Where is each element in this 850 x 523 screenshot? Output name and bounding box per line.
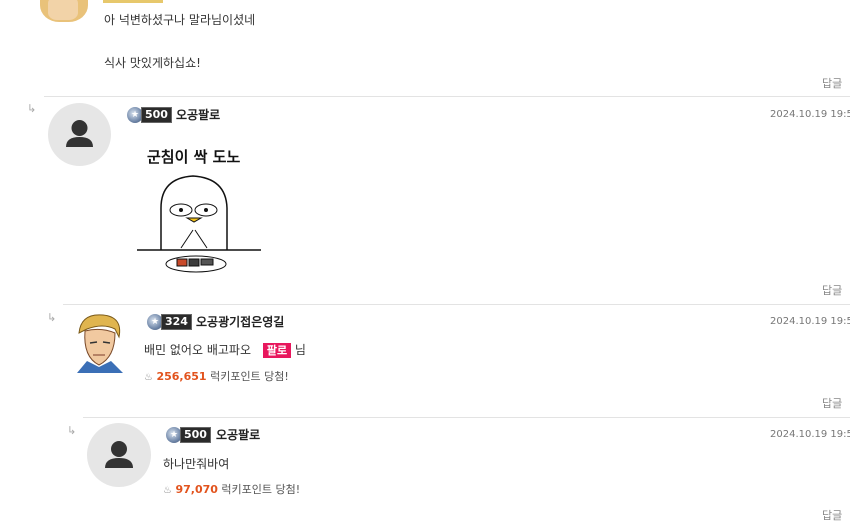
points-value: 97,070	[175, 483, 218, 496]
reply-arrow-icon: ↳	[27, 102, 37, 115]
points-label: 럭키포인트 당첨!	[210, 370, 289, 383]
divider	[63, 304, 850, 305]
points-label: 럭키포인트 당첨!	[221, 483, 301, 496]
comment-text: 식사 맛있게하십쇼!	[104, 56, 201, 70]
reply-button[interactable]: 답글	[822, 507, 842, 523]
comment-date: 2024.10.19 19:56	[770, 316, 850, 327]
comment-text: 하나만줘바여	[163, 457, 230, 471]
level-badge: ★ 500	[166, 427, 211, 443]
comment-text-before: 배민 없어오 배고파오	[144, 343, 251, 357]
avatar	[87, 423, 151, 487]
avatar	[73, 311, 125, 373]
reply-arrow-icon: ↳	[47, 311, 57, 324]
comment-date: 2024.10.19 19:56	[770, 109, 850, 120]
comment-text: 아 넉변하셨구나 말라님이셨네	[104, 13, 256, 27]
rank-badge	[103, 0, 163, 3]
divider	[83, 417, 850, 418]
comment-text: 배민 없어오 배고파오 팔로 님	[144, 341, 306, 358]
comment-date: 2024.10.19 19:57	[770, 429, 850, 440]
reply-button[interactable]: 답글	[822, 395, 842, 411]
cartoon-face-icon	[77, 314, 123, 373]
user-nickname[interactable]: 오공광기접은영길	[196, 313, 284, 330]
reply-button[interactable]: 답글	[822, 282, 842, 298]
mention-tag[interactable]: 팔로	[262, 343, 292, 358]
points-value: 256,651	[156, 370, 207, 383]
divider	[44, 96, 850, 97]
reply-arrow-icon: ↳	[67, 424, 77, 437]
level-number: 500	[141, 107, 172, 123]
gift-icon: ♨	[144, 372, 153, 383]
avatar	[48, 103, 111, 166]
lucky-points: ♨ 256,651 럭키포인트 당첨!	[144, 368, 289, 384]
level-badge: ★ 500	[127, 107, 172, 123]
lucky-points: ♨ 97,070 럭키포인트 당첨!	[163, 481, 300, 497]
default-user-icon	[105, 441, 133, 468]
user-nickname[interactable]: 오공팔로	[176, 106, 220, 123]
penguin-drawing	[137, 175, 261, 273]
level-number: 324	[161, 314, 192, 330]
user-nickname[interactable]: 오공팔로	[216, 426, 260, 443]
comment-text-after: 님	[294, 343, 306, 357]
level-number: 500	[180, 427, 211, 443]
reply-button[interactable]: 답글	[822, 75, 842, 91]
avatar	[40, 0, 88, 22]
level-badge: ★ 324	[147, 314, 192, 330]
comment-image: 군침이 싹 도노	[131, 138, 266, 278]
default-user-icon	[66, 120, 93, 147]
gift-icon: ♨	[163, 485, 172, 496]
